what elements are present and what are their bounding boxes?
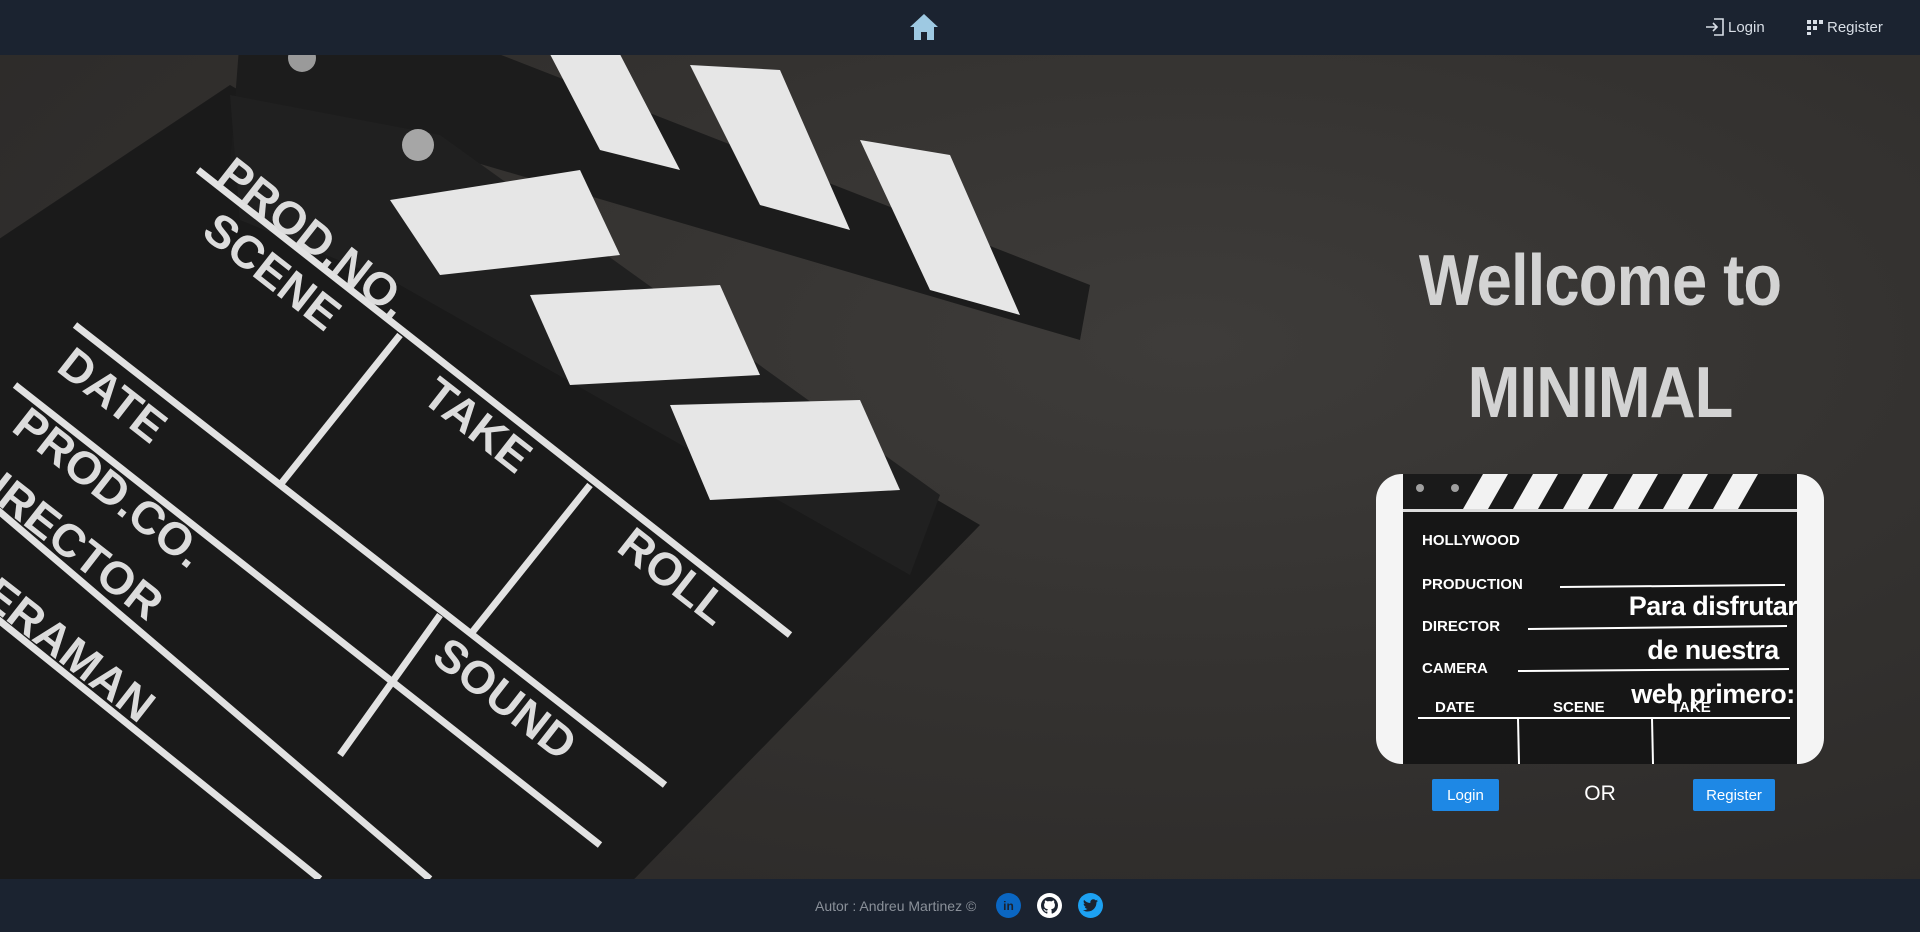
register-icon <box>1807 20 1823 35</box>
nav-login-label: Login <box>1728 18 1765 36</box>
clapperboard-image: PROD.NO. SCENE TAKE DATE PROD.CO. IRECTO… <box>0 55 1090 879</box>
board-label: HOLLYWOOD <box>1422 532 1520 549</box>
board-label: DIRECTOR <box>1422 618 1500 635</box>
home-button[interactable] <box>908 12 940 42</box>
nav-register-link[interactable]: Register <box>1806 16 1883 38</box>
card-message-line-1: Para disfrutar <box>1628 591 1798 621</box>
board-label: PRODUCTION <box>1422 576 1523 593</box>
card-or-separator: OR <box>1584 782 1616 805</box>
footer: Autor : Andreu Martinez © in <box>0 879 1920 932</box>
login-icon <box>1706 18 1724 36</box>
footer-author: Autor : Andreu Martinez © <box>815 898 977 914</box>
home-icon <box>910 14 938 40</box>
linkedin-icon: in <box>1003 898 1014 913</box>
top-navbar: Login Register <box>0 0 1920 55</box>
card-message-line-3: web primero: <box>1631 679 1795 709</box>
board-label: CAMERA <box>1422 660 1488 677</box>
card-message-line-2: de nuestra <box>1647 635 1779 665</box>
github-link[interactable] <box>1037 893 1062 918</box>
card-login-button[interactable]: Login <box>1432 779 1499 811</box>
card-register-button[interactable]: Register <box>1693 779 1775 811</box>
nav-login-link[interactable]: Login <box>1705 16 1765 38</box>
github-icon <box>1041 897 1058 914</box>
linkedin-link[interactable]: in <box>996 893 1021 918</box>
twitter-icon <box>1083 899 1098 912</box>
nav-register-label: Register <box>1827 18 1883 36</box>
board-label: DATE <box>1435 699 1475 716</box>
hero-title-line-1: Wellcome to MINIMAL <box>1418 241 1782 433</box>
twitter-link[interactable] <box>1078 893 1103 918</box>
